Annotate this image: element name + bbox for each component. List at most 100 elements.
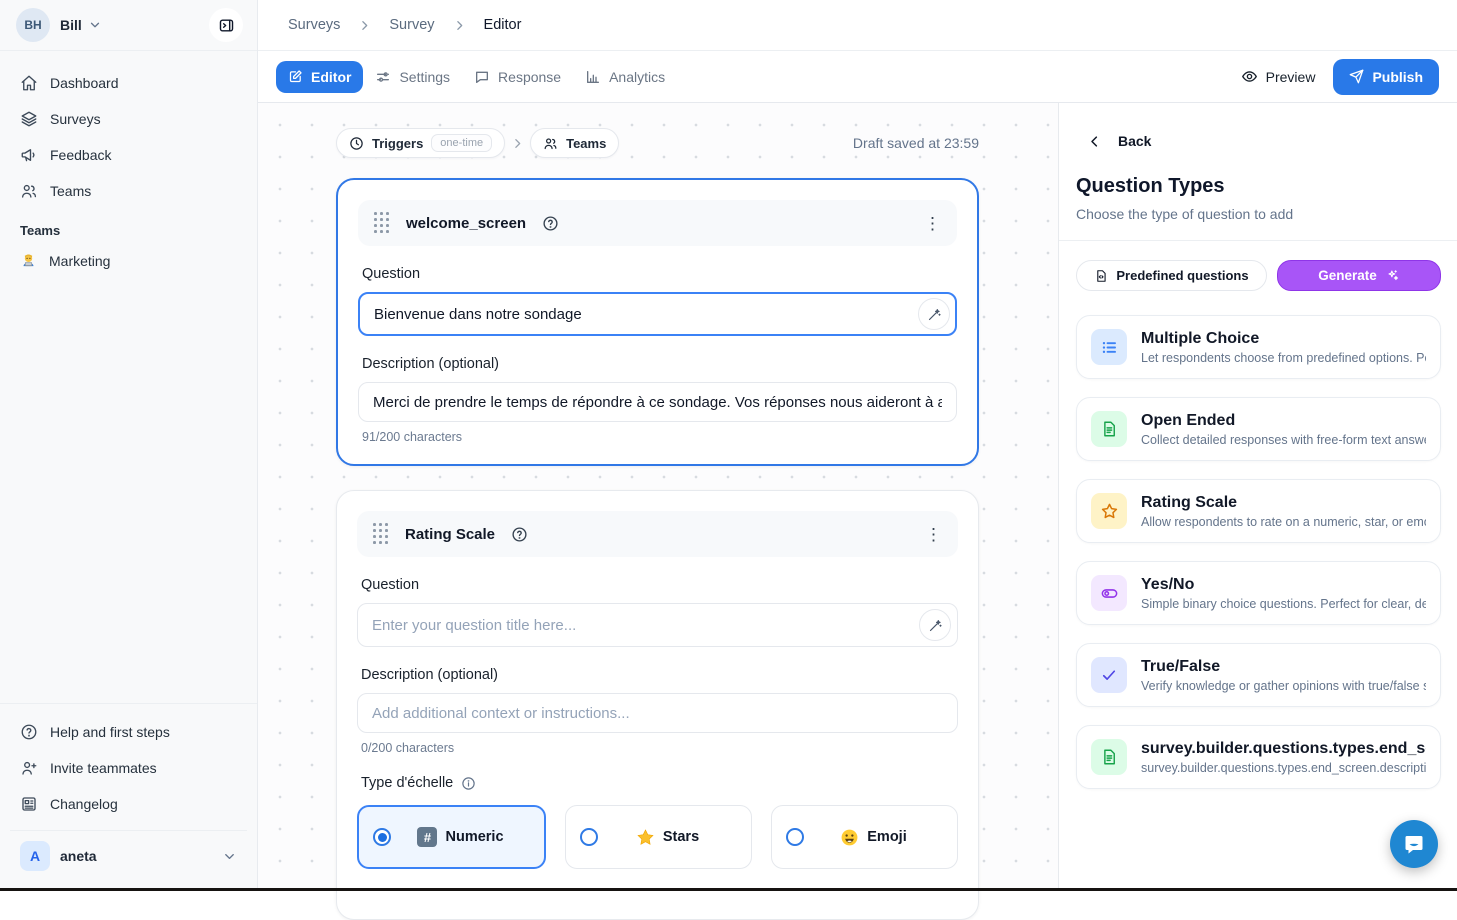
survey-canvas: Triggers one-time Teams Draft saved at 2…: [258, 103, 1058, 891]
type-title: Yes/No: [1141, 576, 1426, 594]
tab-label: Response: [498, 69, 561, 85]
magic-wand-icon[interactable]: [918, 298, 950, 330]
sidebar-item-surveys[interactable]: Surveys: [10, 101, 247, 137]
type-title: Open Ended: [1141, 412, 1426, 430]
sidebar-item-label: Surveys: [50, 111, 101, 127]
account-avatar: A: [20, 841, 50, 871]
triggers-label: Triggers: [372, 136, 423, 151]
question-label: Question: [361, 577, 954, 593]
type-card-open-ended[interactable]: Open Ended Collect detailed responses wi…: [1076, 397, 1441, 461]
help-circle-icon[interactable]: [511, 526, 528, 543]
megaphone-icon: [20, 146, 38, 164]
question-card-rating[interactable]: Rating Scale ⋮ Question Description (opt…: [336, 490, 979, 920]
divider: [1059, 240, 1457, 241]
option-label: Emoji: [867, 829, 906, 845]
smiley-emoji-icon: [840, 828, 859, 847]
eye-icon: [1241, 68, 1258, 85]
chevron-down-icon: [222, 849, 237, 864]
radio-icon[interactable]: [580, 828, 598, 846]
radio-icon[interactable]: [786, 828, 804, 846]
teams-label: Teams: [566, 136, 606, 151]
clock-icon: [349, 136, 364, 151]
sliders-icon: [375, 69, 391, 85]
type-card-yes-no[interactable]: Yes/No Simple binary choice questions. P…: [1076, 561, 1441, 625]
panel-collapse-icon[interactable]: [209, 8, 243, 42]
info-icon[interactable]: [461, 776, 476, 791]
publish-button[interactable]: Publish: [1333, 59, 1439, 95]
radio-checked-icon[interactable]: [373, 828, 391, 846]
scale-option-emoji[interactable]: Emoji: [771, 805, 958, 869]
scale-type-label: Type d'échelle: [361, 775, 453, 791]
file-code-icon: [1094, 269, 1108, 283]
help-circle-icon[interactable]: [542, 215, 559, 232]
sidebar-item-changelog[interactable]: Changelog: [10, 786, 247, 822]
scale-type-options: # Numeric Stars: [357, 805, 958, 869]
account-switcher[interactable]: A aneta: [10, 830, 247, 881]
technologist-emoji-icon: [20, 252, 37, 269]
teams-section-label: Teams: [0, 209, 257, 244]
drag-handle-icon[interactable]: [374, 212, 390, 234]
preview-button[interactable]: Preview: [1241, 68, 1316, 85]
question-card-welcome[interactable]: welcome_screen ⋮ Question Description (o…: [336, 178, 979, 466]
edit-icon: [288, 69, 303, 84]
type-card-rating-scale[interactable]: Rating Scale Allow respondents to rate o…: [1076, 479, 1441, 543]
sidebar-item-feedback[interactable]: Feedback: [10, 137, 247, 173]
predefined-label: Predefined questions: [1116, 268, 1248, 283]
panel-subtitle: Choose the type of question to add: [1076, 206, 1457, 222]
type-description: Collect detailed responses with free-for…: [1141, 433, 1426, 447]
kebab-menu-icon[interactable]: ⋮: [925, 526, 942, 543]
tab-response[interactable]: Response: [462, 61, 573, 93]
workspace-switcher[interactable]: BH Bill: [0, 0, 257, 51]
type-card-end-screen[interactable]: survey.builder.questions.types.end_scr..…: [1076, 725, 1441, 789]
users-icon: [543, 136, 558, 151]
help-circle-icon: [20, 723, 38, 741]
question-input[interactable]: [358, 292, 957, 336]
chevron-right-icon: [511, 137, 524, 150]
card-title: Rating Scale: [405, 526, 495, 543]
sidebar-item-invite[interactable]: Invite teammates: [10, 750, 247, 786]
kebab-menu-icon[interactable]: ⋮: [924, 215, 941, 232]
triggers-button[interactable]: Triggers one-time: [336, 128, 505, 158]
account-name: aneta: [60, 848, 97, 864]
sidebar-item-marketing[interactable]: Marketing: [0, 244, 257, 277]
description-input[interactable]: [358, 382, 957, 422]
type-card-true-false[interactable]: True/False Verify knowledge or gather op…: [1076, 643, 1441, 707]
description-input[interactable]: [357, 693, 958, 733]
sidebar-item-teams[interactable]: Teams: [10, 173, 247, 209]
tab-analytics[interactable]: Analytics: [573, 61, 677, 93]
editor-toolbar: Editor Settings Response Analytics Previ…: [258, 51, 1457, 103]
back-button[interactable]: Back: [1087, 133, 1457, 149]
question-input[interactable]: [357, 603, 958, 647]
generate-button[interactable]: Generate: [1277, 260, 1441, 291]
file-text-icon: [1091, 739, 1127, 775]
hash-keycap-icon: #: [417, 827, 437, 847]
list-icon: [1091, 329, 1127, 365]
sidebar-footer: Help and first steps Invite teammates Ch…: [0, 703, 257, 891]
scale-option-stars[interactable]: Stars: [565, 805, 752, 869]
preview-label: Preview: [1266, 69, 1316, 85]
chat-launcher-button[interactable]: [1390, 820, 1438, 868]
magic-wand-icon[interactable]: [919, 609, 951, 641]
teams-button[interactable]: Teams: [530, 128, 619, 158]
star-emoji-icon: [636, 828, 655, 847]
description-label: Description (optional): [361, 667, 954, 683]
breadcrumb-survey[interactable]: Survey: [389, 17, 434, 33]
tab-editor[interactable]: Editor: [276, 61, 363, 93]
star-icon: [1091, 493, 1127, 529]
back-label: Back: [1118, 133, 1151, 149]
users-icon: [20, 182, 38, 200]
scale-option-numeric[interactable]: # Numeric: [357, 805, 546, 869]
sidebar-item-dashboard[interactable]: Dashboard: [10, 65, 247, 101]
type-card-multiple-choice[interactable]: Multiple Choice Let respondents choose f…: [1076, 315, 1441, 379]
breadcrumb-surveys[interactable]: Surveys: [288, 17, 340, 33]
tab-settings[interactable]: Settings: [363, 61, 462, 93]
drag-handle-icon[interactable]: [373, 523, 389, 545]
sidebar-item-label: Dashboard: [50, 75, 119, 91]
sidebar-item-label: Changelog: [50, 796, 118, 812]
predefined-questions-button[interactable]: Predefined questions: [1076, 260, 1267, 291]
panel-title: Question Types: [1076, 175, 1457, 198]
sidebar-item-help[interactable]: Help and first steps: [10, 714, 247, 750]
type-description: Simple binary choice questions. Perfect …: [1141, 597, 1426, 611]
bar-chart-icon: [585, 69, 601, 85]
tab-label: Analytics: [609, 69, 665, 85]
